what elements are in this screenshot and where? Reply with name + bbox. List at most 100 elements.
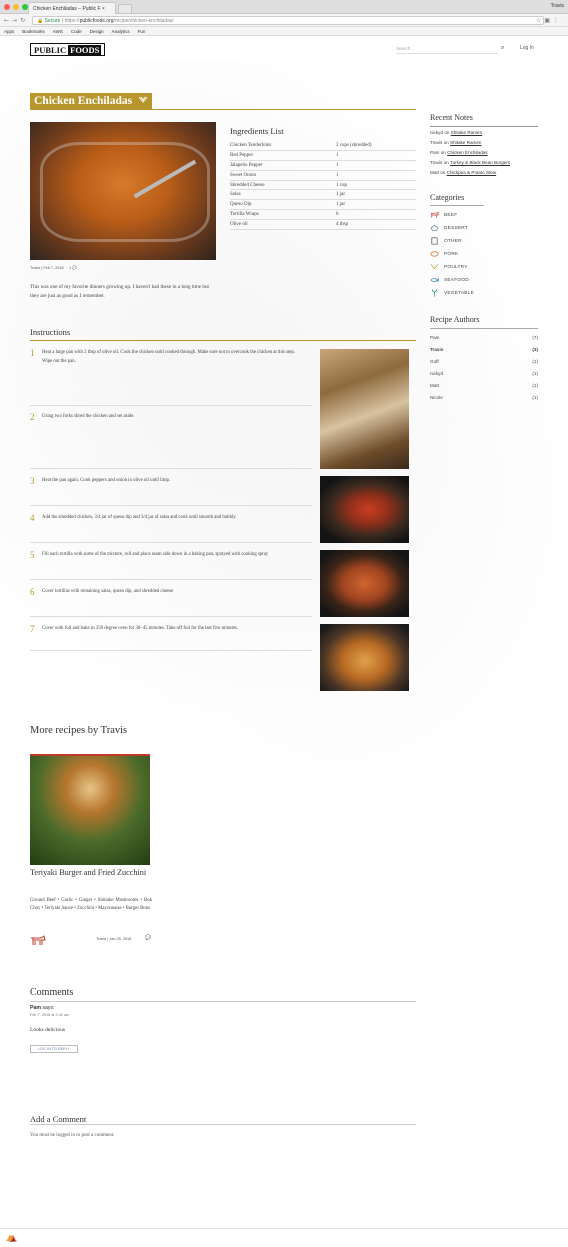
recipe-hero-image xyxy=(30,122,216,260)
url-input[interactable]: 🔒 Secure | https://publicfoods.org/recip… xyxy=(32,16,544,25)
recipe-card-title[interactable]: Teriyaki Burger and Fried Zucchini xyxy=(30,868,160,878)
browser-user[interactable]: Travis xyxy=(551,3,564,9)
reload-icon[interactable]: ↻ xyxy=(20,17,28,24)
lock-icon: 🔒 xyxy=(37,18,44,24)
ingredients-heading: Ingredients List xyxy=(230,126,284,136)
recipe-author[interactable]: Travis xyxy=(30,266,40,270)
bookmark-bookmarks[interactable]: Bookmarks xyxy=(22,29,45,34)
poultry-icon xyxy=(138,96,148,103)
bookmark-aws[interactable]: AWS xyxy=(53,29,63,34)
extension-icon[interactable]: ▣ xyxy=(544,17,553,24)
menu-icon[interactable]: ⋮ xyxy=(553,17,562,24)
comments-heading: Comments xyxy=(30,987,74,998)
table-row: Olive oil 4 tbsp xyxy=(230,219,416,230)
site-logo[interactable]: PUBLIC FOODS xyxy=(30,43,106,56)
table-row: Red Pepper 1 xyxy=(230,150,416,162)
category-vegetable[interactable]: VEGETABLE xyxy=(430,289,474,297)
other-icon xyxy=(431,237,438,245)
url-prefix: https:// xyxy=(64,18,80,24)
recipe-card-ingredients: Ground Beef • Garlic • Ginger • Shiitake… xyxy=(30,898,152,911)
note-item: Travis on Shitake Ramen xyxy=(430,140,482,145)
category-other[interactable]: OTHER xyxy=(430,237,462,245)
table-row: Jalapeño Pepper 1 xyxy=(230,160,416,171)
more-recipes-heading: More recipes by Travis xyxy=(30,725,128,736)
comment-icon[interactable]: 💬 xyxy=(145,935,151,941)
table-row: Shredded Cheese 1 cup xyxy=(230,180,416,191)
close-window-icon[interactable] xyxy=(4,4,10,10)
comment-icon[interactable]: 💬 xyxy=(72,266,77,270)
table-row: Salsa 1 jar xyxy=(230,189,416,201)
browser-tab[interactable]: Chicken Enchiladas – Public F × xyxy=(28,2,116,14)
instructions-heading: Instructions xyxy=(30,327,71,337)
minimize-window-icon[interactable] xyxy=(13,4,19,10)
cow-icon xyxy=(31,935,46,945)
logo-left-text: PUBLIC xyxy=(34,44,67,55)
note-recipe-link[interactable]: Turkey & Black Bean Burgers xyxy=(450,160,510,165)
instruction-step: 7 Cover with foil and bake in 350 degree … xyxy=(30,624,312,651)
login-link[interactable]: Log In xyxy=(520,45,534,51)
category-beef[interactable]: BEEF xyxy=(430,211,457,219)
back-icon[interactable]: ← xyxy=(4,17,12,24)
fish-icon xyxy=(430,277,439,283)
bookmarks-bar: Apps Bookmarks AWS Code Design Analytics… xyxy=(0,27,568,36)
must-login-notice: You must be logged in to post a comment. xyxy=(30,1133,115,1138)
pig-icon xyxy=(430,251,439,257)
author-item[interactable]: Matt (1) xyxy=(430,383,538,388)
instruction-step: 6 Cover tortillas with remaining salsa, q… xyxy=(30,587,312,617)
browser-actions[interactable]: ☆▣⋮ xyxy=(536,17,562,24)
poultry-icon xyxy=(430,264,439,270)
new-tab-button[interactable] xyxy=(118,4,132,14)
comment-count[interactable]: 1 xyxy=(69,266,71,270)
bookmark-analytics[interactable]: Analytics xyxy=(112,29,130,34)
instruction-step: 3 Heat the pan again. Cook peppers and on… xyxy=(30,476,312,506)
search-icon[interactable]: ⌕ xyxy=(501,44,504,52)
recipe-description: This was one of my favorite dinners grow… xyxy=(30,284,209,299)
forward-icon[interactable]: → xyxy=(12,17,20,24)
category-poultry[interactable]: POULTRY xyxy=(430,263,468,271)
note-recipe-link[interactable]: Shitake Ramen xyxy=(450,140,481,145)
search-input[interactable]: Search... xyxy=(396,45,498,54)
author-item[interactable]: nickyd (1) xyxy=(430,371,538,376)
step-photo xyxy=(320,550,409,617)
table-row: Queso Dip 1 jar xyxy=(230,199,416,211)
recent-notes-heading: Recent Notes xyxy=(430,113,473,122)
note-item: Matt on Chickpea & Potato Stew xyxy=(430,170,497,175)
secure-label: Secure xyxy=(44,18,61,24)
recipe-title-bar: Chicken Enchiladas xyxy=(30,93,153,109)
recipe-card-image[interactable] xyxy=(30,754,150,865)
cow-icon xyxy=(430,211,439,218)
add-comment-heading: Add a Comment xyxy=(30,1114,87,1124)
bookmark-fun[interactable]: Fun xyxy=(138,29,146,34)
step-photo xyxy=(320,476,409,543)
login-to-reply-button[interactable]: LOG IN TO REPLY xyxy=(30,1045,78,1053)
author-item[interactable]: Travis (3) xyxy=(430,347,538,352)
recipe-card-author[interactable]: Travis xyxy=(96,937,106,941)
author-item[interactable]: Goff (1) xyxy=(430,359,538,364)
note-recipe-link[interactable]: Chicken Enchiladas xyxy=(447,150,487,155)
bookmark-code[interactable]: Code xyxy=(71,29,82,34)
category-pork[interactable]: PORK xyxy=(430,250,458,258)
note-recipe-link[interactable]: Chickpea & Potato Stew xyxy=(447,170,497,175)
window-controls[interactable] xyxy=(4,4,28,10)
author-item[interactable]: Pam (7) xyxy=(430,335,538,340)
nav-buttons[interactable]: ←→↻ xyxy=(4,17,28,24)
note-item: Pam on Chicken Enchiladas xyxy=(430,150,488,155)
step-photo xyxy=(320,624,409,691)
bookmark-design[interactable]: Design xyxy=(90,29,104,34)
instruction-step: 2 Using two forks shred the chicken and s… xyxy=(30,412,312,469)
note-recipe-link[interactable]: Shitake Ramen xyxy=(451,130,482,135)
comment-text: Looks delicious xyxy=(30,1027,65,1033)
recipe-date: Feb 7, 2018 xyxy=(43,266,64,270)
table-row: Chicken Tenderloins 2 cups (shredded) xyxy=(230,141,416,152)
bookmark-apps[interactable]: Apps xyxy=(4,29,14,34)
category-dessert[interactable]: DESSERT xyxy=(430,224,468,232)
footer-logo-icon[interactable]: ⛺ xyxy=(6,1233,17,1243)
table-row: Sweet Onion 1 xyxy=(230,170,416,181)
instruction-step: 4 Add the shredded chicken, 3/4 jar of qu… xyxy=(30,513,312,543)
note-item: Travis on Turkey & Black Bean Burgers xyxy=(430,160,511,165)
category-seafood[interactable]: SEAFOOD xyxy=(430,276,469,284)
author-item[interactable]: Nicole (1) xyxy=(430,395,538,400)
comment-date[interactable]: Feb 7, 2018 at 2:42 am xyxy=(30,1013,69,1017)
instruction-step: 1 Heat a large pan with 2 tbsp of olive o… xyxy=(30,348,312,406)
recipe-card-meta: Travis | Jan 25, 2018 xyxy=(96,937,132,941)
